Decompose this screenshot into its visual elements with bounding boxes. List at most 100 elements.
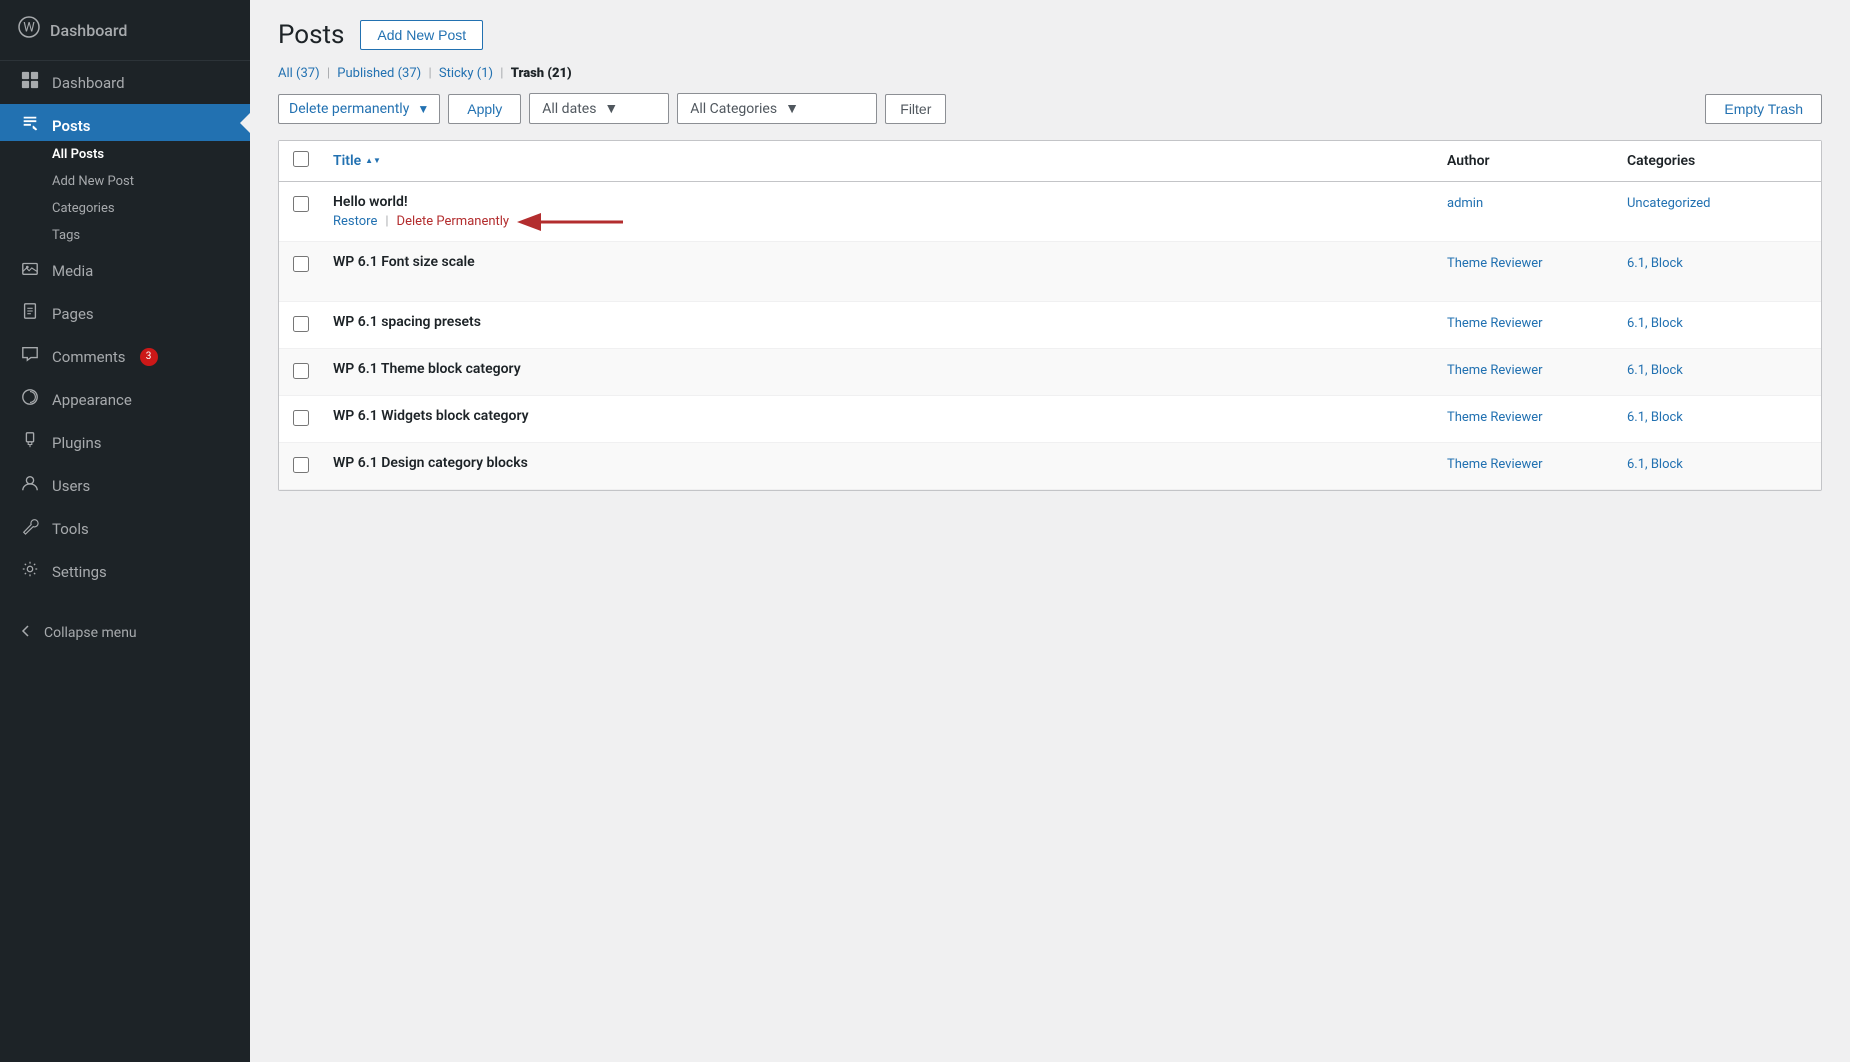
bulk-action-dropdown[interactable]: Delete permanently ▼ — [278, 94, 440, 124]
sidebar-tools-label: Tools — [52, 520, 89, 538]
sidebar-sub-add-new[interactable]: Add New Post — [0, 168, 250, 195]
sidebar-comments-label: Comments — [52, 348, 126, 366]
comments-badge: 3 — [140, 348, 158, 366]
row-4-title: WP 6.1 Theme block category — [333, 361, 1447, 377]
row-4-categories[interactable]: 6.1, Block — [1627, 361, 1807, 378]
sidebar-site-title[interactable]: Dashboard — [50, 21, 127, 40]
toolbar: Delete permanently ▼ Apply All dates ▼ A… — [278, 93, 1822, 124]
categories-dropdown[interactable]: All Categories ▼ — [677, 93, 877, 124]
title-sort-arrows: ▲▼ — [365, 157, 381, 165]
row-1-checkbox-cell — [293, 194, 333, 216]
sidebar-sub-categories[interactable]: Categories — [0, 195, 250, 222]
posts-table: Title ▲▼ Author Categories Hello world! … — [278, 140, 1822, 491]
svg-text:W: W — [23, 21, 35, 36]
row-2-author[interactable]: Theme Reviewer — [1447, 254, 1627, 271]
row-1-checkbox[interactable] — [293, 196, 309, 212]
row-1-actions: Restore | Delete Permanently — [333, 214, 1447, 229]
select-all-checkbox[interactable] — [293, 151, 309, 167]
settings-icon — [18, 560, 42, 583]
row-2-checkbox[interactable] — [293, 256, 309, 272]
page-header: Posts Add New Post — [278, 20, 1822, 50]
row-2-categories[interactable]: 6.1, Block — [1627, 254, 1807, 271]
row-1-delete-link[interactable]: Delete Permanently — [397, 214, 510, 229]
sidebar: W Dashboard Dashboard Posts All Posts Ad… — [0, 0, 250, 1062]
col-author-header: Author — [1447, 153, 1627, 169]
sidebar-posts-label: Posts — [52, 117, 90, 135]
tools-icon — [18, 517, 42, 540]
dashboard-icon — [18, 71, 42, 94]
row-6-checkbox[interactable] — [293, 457, 309, 473]
sidebar-item-dashboard[interactable]: Dashboard — [0, 61, 250, 104]
row-1-author[interactable]: admin — [1447, 194, 1627, 211]
row-3-author[interactable]: Theme Reviewer — [1447, 314, 1627, 331]
filter-all[interactable]: All (37) — [278, 66, 320, 81]
sidebar-item-pages[interactable]: Pages — [0, 292, 250, 335]
sidebar-item-settings[interactable]: Settings — [0, 550, 250, 593]
row-1-categories[interactable]: Uncategorized — [1627, 194, 1807, 211]
table-row: WP 6.1 Theme block category Theme Review… — [279, 349, 1821, 396]
appearance-icon — [18, 388, 42, 411]
collapse-icon — [18, 623, 34, 643]
table-row: WP 6.1 spacing presets Theme Reviewer 6.… — [279, 302, 1821, 349]
col-cats-header: Categories — [1627, 153, 1807, 169]
row-5-title: WP 6.1 Widgets block category — [333, 408, 1447, 424]
row-3-title: WP 6.1 spacing presets — [333, 314, 1447, 330]
dates-dropdown[interactable]: All dates ▼ — [529, 93, 669, 124]
sidebar-sub-all-posts[interactable]: All Posts — [0, 141, 250, 168]
posts-icon — [18, 114, 42, 137]
sidebar-pages-label: Pages — [52, 305, 94, 323]
sidebar-collapse-button[interactable]: Collapse menu — [0, 613, 250, 653]
apply-button[interactable]: Apply — [448, 94, 521, 124]
media-icon — [18, 259, 42, 282]
row-5-categories[interactable]: 6.1, Block — [1627, 408, 1807, 425]
row-2-title: WP 6.1 Font size scale — [333, 254, 1447, 270]
row-6-author[interactable]: Theme Reviewer — [1447, 455, 1627, 472]
row-1-title-cell: Hello world! Restore | Delete Permanentl… — [333, 194, 1447, 229]
row-3-checkbox[interactable] — [293, 316, 309, 332]
collapse-label: Collapse menu — [44, 625, 137, 641]
pages-icon — [18, 302, 42, 325]
table-header: Title ▲▼ Author Categories — [279, 141, 1821, 182]
sidebar-sub-tags[interactable]: Tags — [0, 222, 250, 249]
add-new-post-button[interactable]: Add New Post — [360, 20, 483, 50]
row-4-checkbox[interactable] — [293, 363, 309, 379]
users-icon — [18, 474, 42, 497]
main-content: Posts Add New Post All (37) | Published … — [250, 0, 1850, 1062]
table-row: WP 6.1 Widgets block category Theme Revi… — [279, 396, 1821, 443]
row-1-restore-link[interactable]: Restore — [333, 214, 377, 229]
table-row: WP 6.1 Font size scale Restore | Delete … — [279, 242, 1821, 302]
table-row: Hello world! Restore | Delete Permanentl… — [279, 182, 1821, 242]
table-row: WP 6.1 Design category blocks Theme Revi… — [279, 443, 1821, 490]
filter-links: All (37) | Published (37) | Sticky (1) |… — [278, 66, 1822, 81]
row-5-author[interactable]: Theme Reviewer — [1447, 408, 1627, 425]
row-3-categories[interactable]: 6.1, Block — [1627, 314, 1807, 331]
page-title: Posts — [278, 20, 344, 50]
sidebar-item-users[interactable]: Users — [0, 464, 250, 507]
row-6-title: WP 6.1 Design category blocks — [333, 455, 1447, 471]
sidebar-item-posts[interactable]: Posts — [0, 104, 250, 141]
sidebar-item-tools[interactable]: Tools — [0, 507, 250, 550]
categories-label: All Categories — [690, 101, 777, 117]
plugins-icon — [18, 431, 42, 454]
sidebar-appearance-label: Appearance — [52, 391, 132, 409]
comments-icon — [18, 345, 42, 368]
dates-label: All dates — [542, 101, 596, 117]
sidebar-media-label: Media — [52, 262, 93, 280]
empty-trash-button[interactable]: Empty Trash — [1705, 94, 1822, 124]
sidebar-users-label: Users — [52, 477, 90, 495]
wp-logo-icon: W — [18, 16, 40, 44]
sidebar-item-appearance[interactable]: Appearance — [0, 378, 250, 421]
sidebar-plugins-label: Plugins — [52, 434, 101, 452]
col-title-header[interactable]: Title ▲▼ — [333, 153, 1447, 169]
sidebar-logo: W Dashboard — [0, 0, 250, 61]
row-5-checkbox[interactable] — [293, 410, 309, 426]
row-4-author[interactable]: Theme Reviewer — [1447, 361, 1627, 378]
sidebar-item-plugins[interactable]: Plugins — [0, 421, 250, 464]
filter-button[interactable]: Filter — [885, 94, 946, 124]
sidebar-item-media[interactable]: Media — [0, 249, 250, 292]
row-6-categories[interactable]: 6.1, Block — [1627, 455, 1807, 472]
filter-sticky[interactable]: Sticky (1) — [439, 66, 493, 81]
select-all-checkbox-cell — [293, 151, 333, 171]
filter-published[interactable]: Published (37) — [337, 66, 421, 81]
sidebar-item-comments[interactable]: Comments 3 — [0, 335, 250, 378]
